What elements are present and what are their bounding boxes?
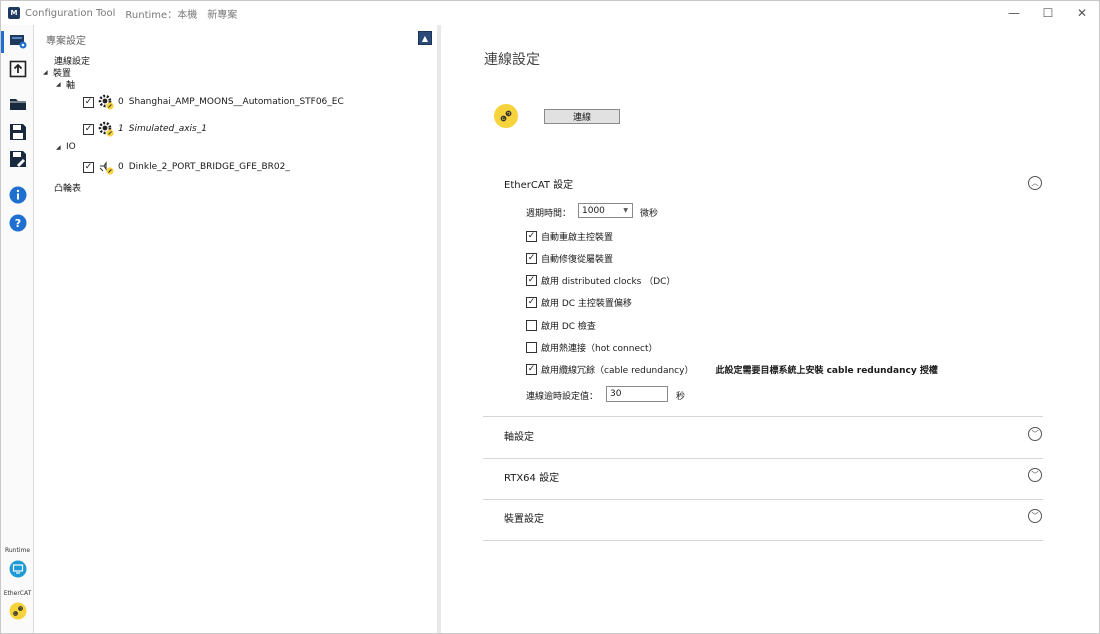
option-checkbox[interactable]: ✓ [526,253,537,264]
connection-settings-icon[interactable] [9,32,27,50]
ethercat-section-title[interactable]: EtherCAT 設定 [504,176,573,191]
connect-button[interactable]: 連線 [544,109,620,124]
axis-name: Shanghai_AMP_MOONS__Automation_STF06_EC [128,97,344,107]
axis-name: Simulated_axis_1 [128,124,207,134]
tree-item-io-0[interactable]: ✓ 0 Dinkle_2_PORT_BRIDGE_GFE_BR02_ [83,159,290,175]
axis-index: 1 [118,124,124,134]
tree-item-label: IO [66,142,76,152]
maximize-button[interactable]: ☐ [1031,1,1065,25]
axis-gear-icon [98,94,114,110]
settings-panel: 連線設定 連線 EtherCAT 設定 ︿ 週期時間： 1000 ▼ 微秒 ✓ … [441,25,1099,633]
io-0-checkbox[interactable]: ✓ [83,161,94,173]
tree-header: 專案設定 [46,36,86,47]
help-icon[interactable]: ? [9,214,27,232]
option-checkbox[interactable]: ✓ [526,364,537,375]
option-label: 自動修復從屬裝置 [541,255,614,265]
option-checkbox[interactable]: ✓ [526,275,537,286]
option-dc-check[interactable]: 啟用 DC 檢查 [526,319,596,332]
io-index: 0 [118,162,124,172]
expand-triangle-icon[interactable]: ◢ [43,69,53,76]
timeout-label: 連線逾時設定值： [526,392,599,402]
option-checkbox[interactable] [526,320,537,331]
runtime-monitor-icon[interactable] [9,560,27,578]
save-icon[interactable] [9,123,27,141]
upload-icon[interactable] [9,60,27,78]
section-divider [483,458,1043,459]
option-cable-redundancy[interactable]: ✓ 啟用纜線冗餘（cable redundancy） 此設定需要目標系統上安裝 … [526,363,938,376]
tree-item-axis-1[interactable]: ✓ 1 Simulated_axis_1 [83,121,207,137]
info-icon[interactable] [9,186,27,204]
tree-item-axes[interactable]: ◢ 軸 [56,78,75,91]
title-bar: M Configuration Tool Runtime：本機 新專案 — ☐ … [1,1,1099,25]
connection-link-icon [494,104,518,128]
io-plug-icon [98,159,114,175]
tree-item-cam-table[interactable]: 凸輪表 [54,181,81,194]
redundancy-license-note: 此設定需要目標系統上安裝 cable redundancy 授權 [715,366,938,376]
minimize-button[interactable]: — [997,1,1031,25]
runtime-label: Runtime：本機 [125,9,198,21]
app-logo-icon: M [8,7,20,19]
option-label: 啟用 DC 檢查 [541,322,596,332]
chevron-down-icon[interactable]: ﹀ [1028,468,1042,482]
option-checkbox[interactable]: ✓ [526,297,537,308]
ethercat-rail-label: EtherCAT [3,590,32,597]
close-button[interactable]: ✕ [1065,1,1099,25]
axis-1-checkbox[interactable]: ✓ [83,123,94,135]
axis-index: 0 [118,97,124,107]
expand-triangle-icon[interactable]: ◢ [56,144,66,151]
chevron-up-icon[interactable]: ︿ [1028,176,1042,190]
option-label: 啟用熱連接（hot connect） [541,344,658,354]
option-auto-repair-slave[interactable]: ✓ 自動修復從屬裝置 [526,252,613,265]
option-auto-restart-master[interactable]: ✓ 自動重啟主控裝置 [526,230,613,243]
app-window: M Configuration Tool Runtime：本機 新專案 — ☐ … [0,0,1100,634]
runtime-rail-label: Runtime [4,547,31,554]
left-toolbar: ? Runtime EtherCAT [1,25,34,633]
chevron-down-icon[interactable]: ﹀ [1028,509,1042,523]
rtx64-section-title[interactable]: RTX64 設定 [504,469,559,484]
app-title: Configuration Tool [25,7,116,19]
option-checkbox[interactable]: ✓ [526,231,537,242]
timeout-input[interactable]: 30 [606,386,668,402]
section-divider [483,499,1043,500]
project-name: 新專案 [207,9,238,21]
option-label: 啟用 DC 主控裝置偏移 [541,299,632,309]
window-controls: — ☐ ✕ [997,1,1099,25]
tree-item-label: 軸 [66,81,76,91]
chevron-down-icon[interactable]: ﹀ [1028,427,1042,441]
section-divider [483,416,1043,417]
option-dc-master-shift[interactable]: ✓ 啟用 DC 主控裝置偏移 [526,296,632,309]
save-as-icon[interactable] [9,150,27,168]
option-hot-connect[interactable]: 啟用熱連接（hot connect） [526,341,657,354]
axis-0-checkbox[interactable]: ✓ [83,96,94,108]
axis-section-title[interactable]: 軸設定 [504,428,534,443]
open-folder-icon[interactable] [9,95,27,113]
tree-item-axis-0[interactable]: ✓ 0 Shanghai_AMP_MOONS__Automation_STF06… [83,94,344,110]
svg-text:?: ? [15,217,21,230]
ethercat-link-icon[interactable] [9,602,27,620]
axis-gear-icon [98,121,114,137]
tree-item-io[interactable]: ◢ IO [56,142,76,152]
option-checkbox[interactable] [526,342,537,353]
expand-triangle-icon[interactable]: ◢ [56,81,66,88]
cycle-time-label: 週期時間： [526,209,572,219]
cycle-time-select[interactable]: 1000 ▼ [578,203,633,218]
section-divider [483,540,1043,541]
pin-button[interactable]: ▲ [418,31,432,45]
chevron-down-icon: ▼ [623,207,628,214]
option-label: 啟用 distributed clocks （DC） [541,277,676,287]
cycle-time-unit: 微秒 [640,209,659,219]
io-name: Dinkle_2_PORT_BRIDGE_GFE_BR02_ [128,162,290,172]
option-label: 啟用纜線冗餘（cable redundancy） [541,366,694,376]
timeout-value: 30 [610,389,622,399]
timeout-unit: 秒 [676,392,686,402]
active-indicator [1,31,4,53]
device-section-title[interactable]: 裝置設定 [504,510,544,525]
tree-item-label: 凸輪表 [54,184,82,194]
cycle-time-value: 1000 [582,205,605,216]
page-title: 連線設定 [484,52,540,68]
project-tree-panel: 專案設定 ▲ 連線設定 ◢ 裝置 ◢ 軸 ✓ 0 Shanghai_AMP_MO… [35,25,437,633]
option-distributed-clocks[interactable]: ✓ 啟用 distributed clocks （DC） [526,274,675,287]
option-label: 自動重啟主控裝置 [541,233,614,243]
